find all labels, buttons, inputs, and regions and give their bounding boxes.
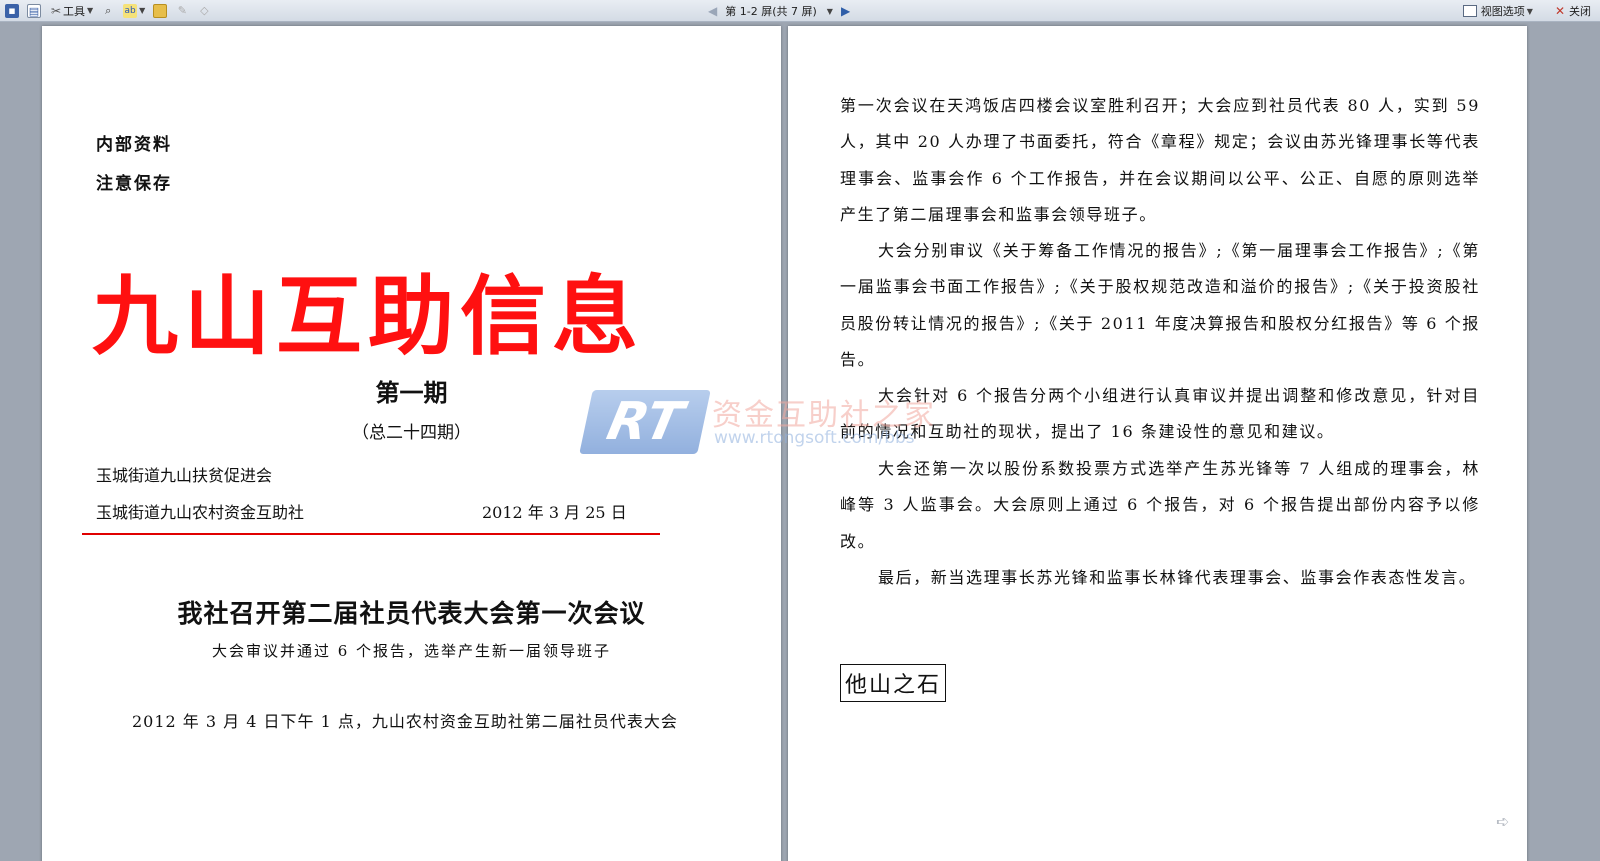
document-page-left: 内部资料 注意保存 九山互助信息 第一期 （总二十四期） 玉城街道九山扶贫促进会… xyxy=(42,26,781,861)
body-paragraph-4: 大会还第一次以股份系数投票方式选举产生苏光锋等 7 人组成的理事会，林峰等 3 … xyxy=(840,459,1480,551)
publish-date: 2012 年 3 月 25 日 xyxy=(482,503,627,522)
view-options-icon xyxy=(1462,5,1477,17)
body-paragraph-5: 最后，新当选理事长苏光锋和监事长林锋代表理事会、监事会作表态性发言。 xyxy=(878,568,1477,587)
body-paragraph-3: 大会针对 6 个报告分两个小组进行认真审议并提出调整和修改意见，针对目前的情况和… xyxy=(840,386,1480,442)
save-button[interactable]: ▪ xyxy=(2,2,22,20)
issue-total: （总二十四期） xyxy=(352,423,471,443)
folder-icon xyxy=(153,3,168,18)
boxed-section-title: 他山之石 xyxy=(840,664,947,702)
publisher-org1: 玉城街道九山扶贫促进会 xyxy=(96,466,273,485)
highlight-button[interactable]: ✎ xyxy=(172,2,192,20)
tools-icon: ✂ xyxy=(50,3,62,18)
view-options-button[interactable]: 视图选项 ▼ xyxy=(1460,2,1536,20)
page-indicator[interactable]: 第 1-2 屏(共 7 屏) xyxy=(725,3,817,19)
internal-notice-line2: 注意保存 xyxy=(96,174,172,194)
body-paragraph-2: 大会分别审议《关于筹备工作情况的报告》;《第一届理事会工作报告》;《第一届监事会… xyxy=(840,241,1480,369)
document-page-right: 第一次会议在天鸿饭店四楼会议室胜利召开；大会应到社员代表 80 人，实到 59 … xyxy=(788,26,1527,861)
chevron-down-icon[interactable]: ▼ xyxy=(827,7,833,16)
masthead-title: 九山互助信息 xyxy=(92,267,644,367)
find-icon: ⌕ xyxy=(105,3,112,17)
document-icon: ▤ xyxy=(27,3,41,18)
masthead-divider xyxy=(82,533,660,535)
toolbar-right-group: 视图选项 ▼ ✕ 关闭 xyxy=(1458,0,1594,22)
article-subtitle: 大会审议并通过 6 个报告，选举产生新一届领导班子 xyxy=(211,642,612,660)
article-lead-line: 2012 年 3 月 4 日下午 1 点，九山农村资金互助社第二届社员代表大会 xyxy=(132,712,678,731)
view-options-label: 视图选项 xyxy=(1480,5,1525,18)
next-screen-icon[interactable]: ▶ xyxy=(841,4,850,18)
next-page-arrow-icon[interactable]: ➪ xyxy=(1496,812,1509,831)
close-button[interactable]: ✕ 关闭 xyxy=(1552,2,1594,20)
comment-button[interactable]: ◇ xyxy=(194,2,214,20)
reading-toolbar: ▪ ▤ ✂ 工具 ▼ ⌕ ab ▼ ✎ ◇ ◀ 第 1-2 屏(共 7 屏) ▼… xyxy=(0,0,1600,22)
save-icon: ▪ xyxy=(5,3,19,18)
close-icon: ✕ xyxy=(1554,4,1565,18)
toolbar-left-group: ▪ ▤ ✂ 工具 ▼ ⌕ ab ▼ ✎ ◇ xyxy=(0,0,214,22)
find-button[interactable]: ⌕ xyxy=(98,2,118,20)
pen-icon: ✎ xyxy=(177,3,187,17)
spelling-icon: ab xyxy=(123,3,138,18)
tools-label: 工具 xyxy=(63,4,85,18)
publisher-org2: 玉城街道九山农村资金互助社 xyxy=(96,503,305,522)
comment-icon: ◇ xyxy=(200,3,209,17)
open-folder-button[interactable] xyxy=(150,2,170,20)
internal-notice-line1: 内部资料 xyxy=(96,135,172,155)
page-navigation: ◀ 第 1-2 屏(共 7 屏) ▼ ▶ xyxy=(708,0,850,22)
close-label: 关闭 xyxy=(1569,5,1591,18)
tools-menu-button[interactable]: ✂ 工具 ▼ xyxy=(46,2,96,20)
body-paragraph-1: 第一次会议在天鸿饭店四楼会议室胜利召开；大会应到社员代表 80 人，实到 59 … xyxy=(840,96,1480,224)
previous-screen-icon[interactable]: ◀ xyxy=(708,4,717,18)
article-title: 我社召开第二届社员代表大会第一次会议 xyxy=(177,599,646,628)
chevron-down-icon: ▼ xyxy=(87,6,94,15)
print-preview-button[interactable]: ▤ xyxy=(24,2,44,20)
chevron-down-icon: ▼ xyxy=(139,6,146,15)
spelling-button[interactable]: ab ▼ xyxy=(120,2,148,20)
issue-number: 第一期 xyxy=(375,378,448,407)
chevron-down-icon: ▼ xyxy=(1526,6,1533,16)
